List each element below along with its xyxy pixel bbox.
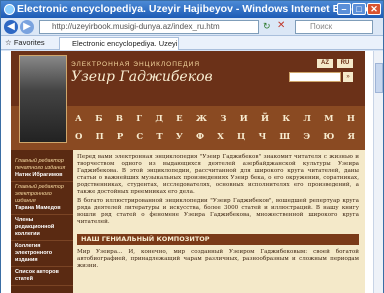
sidebar-role: Главный редактор печатного издания — [15, 158, 66, 171]
forward-icon[interactable]: ▶ — [20, 20, 34, 34]
favorites-button[interactable]: ☆ Favorites — [5, 36, 45, 50]
alphabet-letter-link[interactable]: Э — [303, 132, 310, 142]
title-bar: Electronic encyclopediya. Uzeyir Hajibey… — [1, 1, 383, 18]
sidebar-name: Список авторов статей — [15, 269, 59, 282]
encyclopedia-site: ЭЛЕКТРОННАЯ ЭНЦИКЛОПЕДИЯ Узеир Гаджибеко… — [11, 51, 365, 293]
address-bar-row: ◀ ▶ http://uzeyirbook.musigi-dunya.az/in… — [1, 18, 383, 36]
alphabet-letter-link[interactable]: Д — [155, 114, 163, 124]
intro-paragraph-2: В богато иллюстрированной энциклопедии "… — [77, 198, 359, 225]
sidebar-item-chief-editor-electronic[interactable]: Главный редактор электронного издания Тар… — [11, 182, 73, 215]
alphabet-letter-link[interactable]: К — [282, 114, 290, 124]
alphabet-letter-link[interactable]: И — [240, 114, 248, 124]
portrait-photo — [19, 55, 67, 143]
ie-logo-icon — [4, 4, 15, 15]
scrollbar-thumb[interactable] — [375, 63, 383, 93]
back-icon[interactable]: ◀ — [4, 20, 18, 34]
favorites-label: Favorites — [13, 38, 45, 47]
alphabet-letter-link[interactable]: Й — [261, 114, 269, 124]
intro-paragraph-1: Перед вами электронная энциклопедия "Узе… — [77, 154, 359, 195]
alphabet-letter-link[interactable]: О — [75, 132, 82, 142]
alphabet-letter-link[interactable]: З — [220, 114, 226, 124]
alphabet-letter-link[interactable]: Ц — [237, 132, 245, 142]
section-heading: НАШ ГЕНИАЛЬНЫЙ КОМПОЗИТОР — [77, 234, 359, 245]
alphabet-row-2: ОПРСТУФХЦЧШЭЮЯ — [75, 132, 355, 142]
alphabet-letter-link[interactable]: В — [116, 114, 123, 124]
alphabet-letter-link[interactable]: Ч — [258, 132, 266, 142]
alphabet-letter-link[interactable]: Л — [303, 114, 311, 124]
close-button[interactable]: ✕ — [367, 3, 381, 15]
alphabet-letter-link[interactable]: Ю — [323, 132, 334, 142]
alphabet-letter-link[interactable]: Х — [217, 132, 224, 142]
sidebar: Главный редактор печатного издания Натик … — [11, 150, 73, 293]
alphabet-row-1: А Б В Г Д Е Ж З И Й К Л М Н — [75, 114, 355, 124]
lang-az-button[interactable]: AZ — [317, 59, 333, 68]
window-title: Electronic encyclopediya. Uzeyir Hajibey… — [17, 3, 376, 15]
tab-label: Electronic encyclopediya. Uzeyir Hajibey… — [72, 39, 179, 48]
alphabet-letter-link[interactable]: С — [136, 132, 143, 142]
alphabet-letter-link[interactable]: Б — [95, 114, 102, 124]
sidebar-item-editorial-board[interactable]: Члены редакционной коллегии — [11, 215, 73, 241]
sidebar-role: Главный редактор электронного издания — [15, 184, 64, 204]
site-search-input[interactable] — [289, 72, 341, 82]
stop-icon[interactable]: ✕ — [277, 20, 285, 31]
alphabet-letter-link[interactable]: Ж — [196, 114, 207, 124]
signature-logo: Узеир Гаджибеков — [71, 69, 213, 85]
address-input[interactable]: http://uzeyirbook.musigi-dunya.az/index_… — [39, 20, 259, 34]
alphabet-letter-link[interactable]: Г — [136, 114, 142, 124]
search-input[interactable]: Поиск — [295, 20, 373, 34]
sidebar-name: Коллегия электронного издания — [15, 243, 53, 263]
site-search-button[interactable]: » — [343, 72, 353, 82]
browser-window: Electronic encyclopediya. Uzeyir Hajibey… — [0, 0, 384, 293]
alphabet-letter-link[interactable]: Н — [347, 114, 355, 124]
alphabet-letter-link[interactable]: Ш — [279, 132, 290, 142]
sidebar-name: Тарана Мамедов — [15, 205, 61, 211]
alphabet-letter-link[interactable]: Я — [347, 132, 355, 142]
minimize-button[interactable]: – — [337, 3, 351, 15]
vertical-scrollbar[interactable] — [373, 51, 383, 293]
alphabet-letter-link[interactable]: Е — [176, 114, 182, 124]
sidebar-item-authors-list[interactable]: Список авторов статей — [11, 267, 73, 286]
alphabet-letter-link[interactable]: А — [75, 114, 82, 124]
section-paragraph: Мир Узеира... И, конечно, мир созданный … — [77, 249, 359, 269]
alphabet-letter-link[interactable]: Р — [117, 132, 123, 142]
encyclopedia-label: ЭЛЕКТРОННАЯ ЭНЦИКЛОПЕДИЯ — [71, 61, 201, 68]
active-tab[interactable]: Electronic encyclopediya. Uzeyir Hajibey… — [59, 37, 179, 50]
sidebar-item-chief-editor-print[interactable]: Главный редактор печатного издания Натик … — [11, 156, 73, 182]
favorites-tab-row: ☆ Favorites Electronic encyclopediya. Uz… — [1, 36, 383, 50]
alphabet-letter-link[interactable]: П — [96, 132, 104, 142]
alphabet-letter-link[interactable]: У — [176, 132, 183, 142]
sidebar-name: Члены редакционной коллегии — [15, 217, 55, 237]
maximize-button[interactable]: □ — [352, 3, 366, 15]
alphabet-letter-link[interactable]: Ф — [196, 132, 204, 142]
main-content: Перед вами электронная энциклопедия "Узе… — [77, 154, 359, 293]
sidebar-name: Натик Ибрагимов — [15, 172, 63, 178]
sidebar-item-electronic-board[interactable]: Коллегия электронного издания — [11, 241, 73, 267]
alphabet-letter-link[interactable]: Т — [156, 132, 162, 142]
lang-ru-button[interactable]: RU — [337, 59, 353, 68]
alphabet-letter-link[interactable]: М — [324, 114, 333, 124]
page-viewport: ЭЛЕКТРОННАЯ ЭНЦИКЛОПЕДИЯ Узеир Гаджибеко… — [1, 51, 373, 293]
refresh-icon[interactable]: ↻ — [263, 21, 271, 32]
